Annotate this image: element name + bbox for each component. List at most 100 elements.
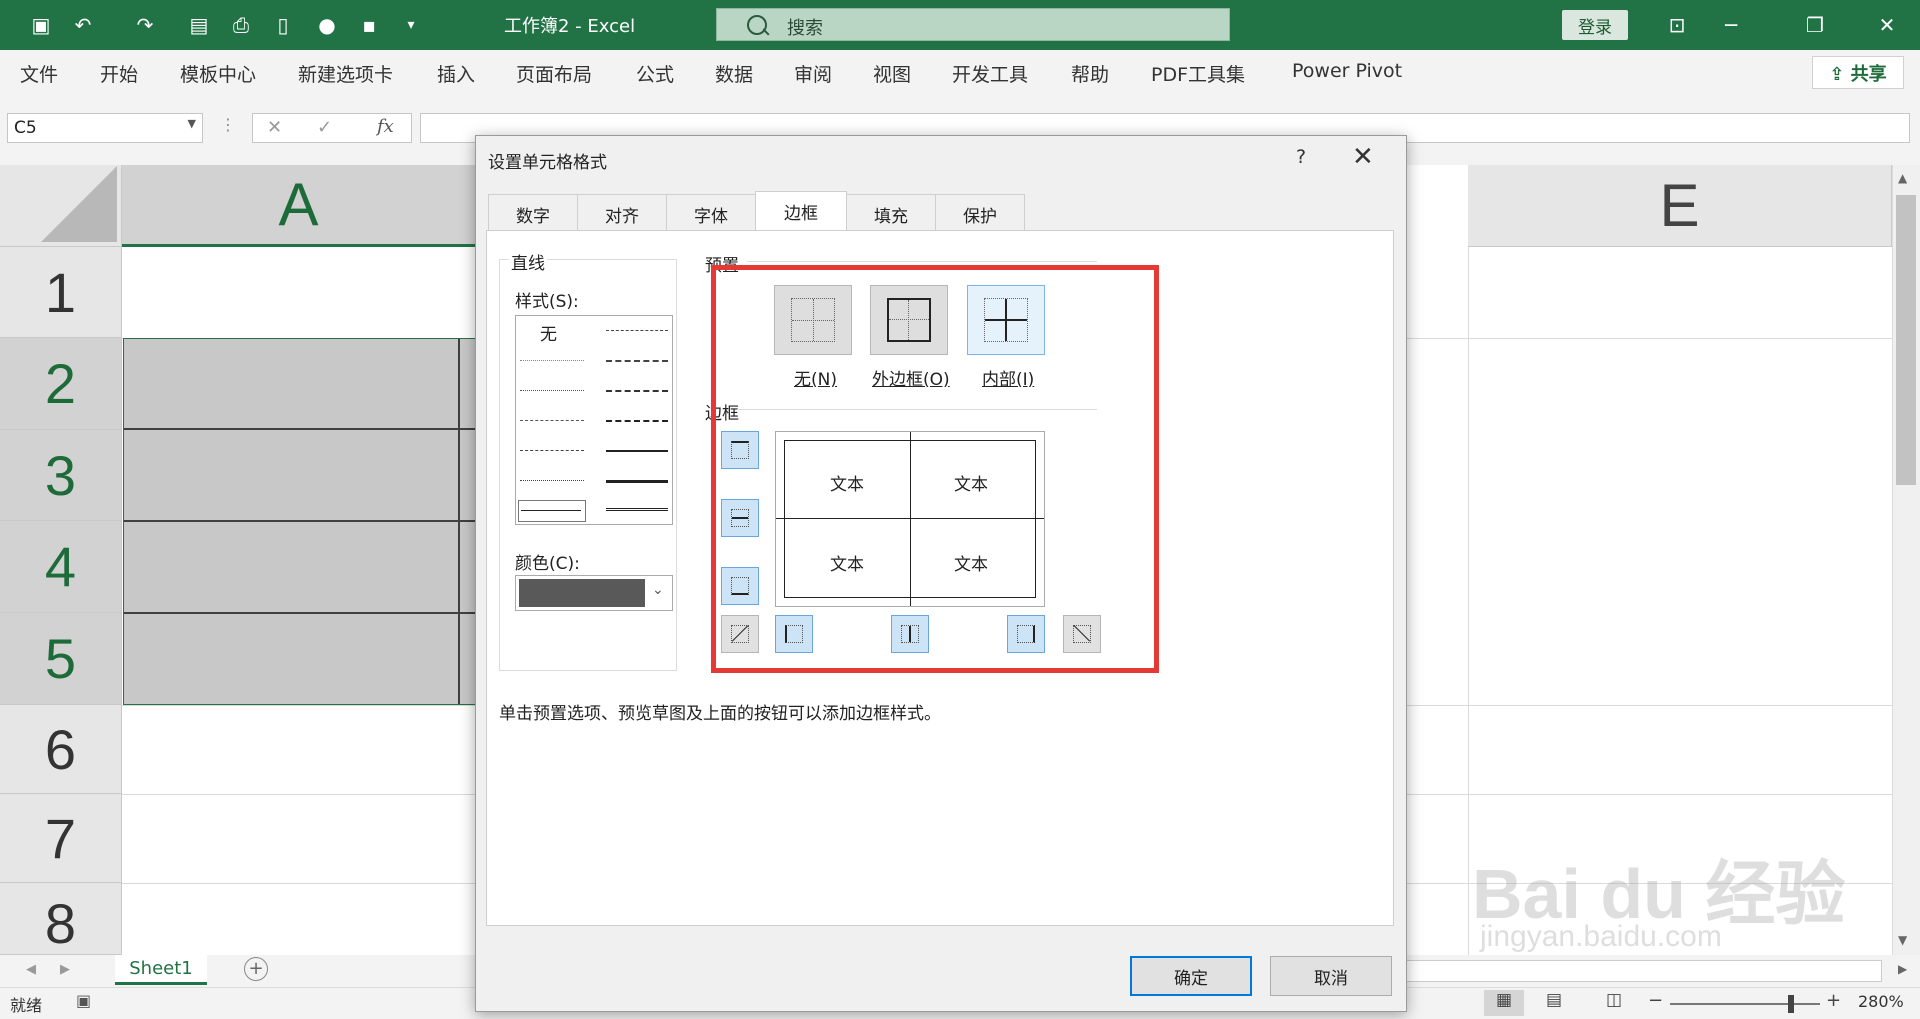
camera-icon[interactable]: ▪ xyxy=(356,12,382,38)
login-button[interactable]: 登录 xyxy=(1562,10,1628,40)
zoom-level[interactable]: 280% xyxy=(1858,992,1904,1011)
insert-function-icon[interactable]: fx xyxy=(377,116,394,137)
tab-developer[interactable]: 开发工具 xyxy=(952,60,1028,87)
tab-formulas[interactable]: 公式 xyxy=(636,60,674,87)
tab-data[interactable]: 数据 xyxy=(715,60,753,87)
share-button[interactable]: ⇪ 共享 xyxy=(1812,56,1904,89)
tab-new[interactable]: 新建选项卡 xyxy=(298,60,393,87)
line-style-list[interactable]: 无 xyxy=(515,315,673,525)
next-sheet-icon[interactable]: ▶ xyxy=(60,962,70,977)
customize-qat-icon[interactable]: ▾ xyxy=(398,12,424,38)
line-style-option[interactable] xyxy=(520,450,584,451)
zoom-slider-thumb[interactable] xyxy=(1788,995,1794,1013)
sheet-tab-sheet1[interactable]: Sheet1 xyxy=(115,955,207,985)
zoom-out-icon[interactable]: − xyxy=(1648,990,1663,1011)
selected-range[interactable] xyxy=(123,338,476,705)
chevron-down-icon[interactable]: ⌄ xyxy=(652,582,664,598)
scroll-right-icon[interactable]: ▶ xyxy=(1898,962,1907,976)
row-header-6[interactable]: 6 xyxy=(0,705,122,794)
line-style-none[interactable]: 无 xyxy=(540,320,557,345)
annotation-highlight xyxy=(711,265,1159,673)
horizontal-scrollbar[interactable] xyxy=(1405,960,1882,982)
normal-view-icon[interactable]: ▦ xyxy=(1484,990,1524,1016)
line-style-option[interactable] xyxy=(520,360,584,361)
document-title: 工作簿2 - Excel xyxy=(504,16,636,37)
scroll-down-icon[interactable]: ▼ xyxy=(1898,933,1907,947)
cancel-icon[interactable]: ✕ xyxy=(267,117,282,138)
drag-handle-icon[interactable]: ⋮ xyxy=(220,115,236,134)
column-header-a[interactable]: A xyxy=(122,165,476,247)
enter-icon[interactable]: ✓ xyxy=(317,117,332,138)
ribbon-display-icon[interactable]: ⊡ xyxy=(1664,12,1690,38)
line-style-option[interactable] xyxy=(606,360,668,362)
tab-review[interactable]: 审阅 xyxy=(794,60,832,87)
color-dropdown[interactable]: ⌄ xyxy=(515,575,673,611)
cancel-button[interactable]: 取消 xyxy=(1270,956,1392,996)
print-preview-icon[interactable]: ⎙ xyxy=(228,12,254,38)
line-style-option[interactable] xyxy=(606,450,668,452)
tab-template-center[interactable]: 模板中心 xyxy=(180,60,256,87)
redo-icon[interactable]: ↷ xyxy=(132,12,158,38)
dialog-title: 设置单元格格式 xyxy=(488,153,607,173)
vertical-scrollbar[interactable]: ▲ ▼ xyxy=(1892,165,1920,955)
prev-sheet-icon[interactable]: ◀ xyxy=(26,962,36,977)
zoom-slider[interactable] xyxy=(1670,995,1820,1013)
chevron-down-icon[interactable]: ▼ xyxy=(188,117,196,130)
add-sheet-icon[interactable]: + xyxy=(244,957,268,981)
tab-home[interactable]: 开始 xyxy=(100,60,138,87)
close-icon[interactable]: ✕ xyxy=(1352,142,1374,172)
search-icon xyxy=(747,15,767,35)
row-header-3[interactable]: 3 xyxy=(0,430,122,521)
line-style-option[interactable] xyxy=(606,420,668,422)
share-label: 共享 xyxy=(1850,63,1887,85)
line-style-option[interactable] xyxy=(520,420,584,421)
tab-border[interactable]: 边框 xyxy=(755,191,847,231)
tab-insert[interactable]: 插入 xyxy=(437,60,475,87)
scroll-thumb[interactable] xyxy=(1896,195,1916,485)
line-style-option[interactable] xyxy=(520,390,584,391)
tab-view[interactable]: 视图 xyxy=(873,60,911,87)
tab-alignment[interactable]: 对齐 xyxy=(577,194,667,230)
help-icon[interactable]: ? xyxy=(1296,146,1306,168)
tab-file[interactable]: 文件 xyxy=(20,60,58,87)
minimize-icon[interactable]: ─ xyxy=(1718,12,1744,38)
macro-record-icon[interactable]: ▣ xyxy=(76,991,91,1010)
line-style-option[interactable] xyxy=(606,390,668,392)
row-header-2[interactable]: 2 xyxy=(0,338,122,430)
tab-power-pivot[interactable]: Power Pivot xyxy=(1292,60,1402,82)
tab-page-layout[interactable]: 页面布局 xyxy=(516,60,592,87)
row-header-1[interactable]: 1 xyxy=(0,247,122,338)
line-style-option[interactable] xyxy=(606,508,668,511)
tab-pdf-tools[interactable]: PDF工具集 xyxy=(1151,60,1245,87)
pdf-icon[interactable]: ▯ xyxy=(270,12,296,38)
color-label: 颜色(C): xyxy=(515,554,580,574)
row-header-4[interactable]: 4 xyxy=(0,521,122,613)
restore-icon[interactable]: ❐ xyxy=(1802,12,1828,38)
tab-protection[interactable]: 保护 xyxy=(935,194,1025,230)
line-style-option[interactable] xyxy=(520,480,584,481)
row-header-5[interactable]: 5 xyxy=(0,613,122,705)
select-all-corner[interactable] xyxy=(0,165,122,247)
search-box[interactable]: 搜索 xyxy=(716,8,1230,41)
page-break-view-icon[interactable]: ◫ xyxy=(1606,990,1622,1010)
undo-icon[interactable]: ↶ xyxy=(70,12,96,38)
record-icon[interactable]: ● xyxy=(314,12,340,38)
tab-font[interactable]: 字体 xyxy=(666,194,756,230)
row-header-7[interactable]: 7 xyxy=(0,794,122,883)
column-header-e[interactable]: E xyxy=(1468,165,1892,247)
name-box[interactable]: C5 ▼ xyxy=(7,113,203,143)
row-header-8[interactable]: 8 xyxy=(0,883,122,955)
scroll-up-icon[interactable]: ▲ xyxy=(1898,171,1907,185)
zoom-in-icon[interactable]: + xyxy=(1826,990,1841,1011)
tab-help[interactable]: 帮助 xyxy=(1071,60,1109,87)
ok-button[interactable]: 确定 xyxy=(1130,956,1252,996)
close-window-icon[interactable]: ✕ xyxy=(1874,12,1900,38)
line-style-option[interactable] xyxy=(606,480,668,483)
page-layout-view-icon[interactable]: ▤ xyxy=(1546,990,1562,1010)
save-icon[interactable]: ▣ xyxy=(28,12,54,38)
line-style-option-selected[interactable] xyxy=(518,500,586,522)
tab-number[interactable]: 数字 xyxy=(488,194,578,230)
tab-fill[interactable]: 填充 xyxy=(846,194,936,230)
form-icon[interactable]: ▤ xyxy=(186,12,212,38)
line-style-option[interactable] xyxy=(606,330,668,331)
